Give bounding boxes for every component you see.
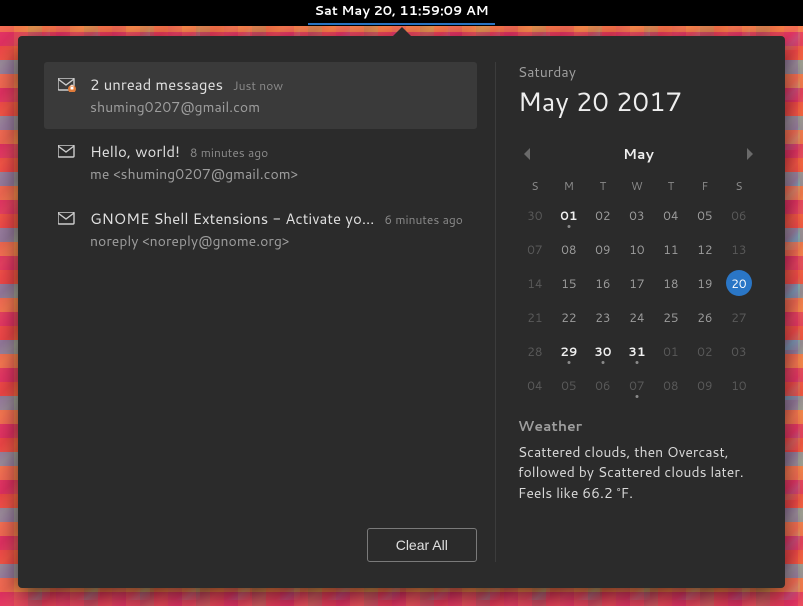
- calendar-day[interactable]: 23: [586, 300, 620, 334]
- notification-subtitle: noreply <noreply@gnome.org>: [90, 231, 463, 251]
- calendar-day[interactable]: 07: [518, 232, 552, 266]
- calendar-day[interactable]: 01: [654, 334, 688, 368]
- calendar-day[interactable]: 18: [654, 266, 688, 300]
- calendar-day[interactable]: 22: [552, 300, 586, 334]
- clock-button[interactable]: Sat May 20, 11:59:09 AM: [308, 2, 494, 25]
- calendar-day[interactable]: 10: [722, 368, 756, 402]
- weather-heading: Weather: [518, 416, 759, 436]
- calendar-day[interactable]: 29: [552, 334, 586, 368]
- dow-header: W: [620, 174, 654, 198]
- calendar-day[interactable]: 19: [688, 266, 722, 300]
- calendar-header: May: [518, 144, 759, 164]
- calendar-day[interactable]: 11: [654, 232, 688, 266]
- top-bar: Sat May 20, 11:59:09 AM: [0, 0, 803, 26]
- calendar-day[interactable]: 03: [722, 334, 756, 368]
- date-label: May 20 2017: [518, 84, 759, 120]
- weekday-label: Saturday: [518, 62, 759, 82]
- notification-list: 2 unread messages Just now shuming0207@gma…: [44, 62, 477, 518]
- notification-subtitle: me <shuming0207@gmail.com>: [90, 164, 463, 184]
- chevron-left-icon: [522, 148, 532, 160]
- calendar-day[interactable]: 25: [654, 300, 688, 334]
- calendar-day[interactable]: 26: [688, 300, 722, 334]
- notification-item[interactable]: GNOME Shell Extensions - Activate yo… 6 m…: [44, 196, 477, 263]
- calendar-day[interactable]: 13: [722, 232, 756, 266]
- calendar-day[interactable]: 24: [620, 300, 654, 334]
- notification-time: 6 minutes ago: [384, 211, 462, 228]
- calendar-day[interactable]: 10: [620, 232, 654, 266]
- clear-all-button[interactable]: Clear All: [367, 528, 477, 562]
- chevron-right-icon: [745, 148, 755, 160]
- calendar-day[interactable]: 02: [586, 198, 620, 232]
- mail-unread-icon: [58, 78, 76, 92]
- calendar-day[interactable]: 16: [586, 266, 620, 300]
- notification-body: GNOME Shell Extensions - Activate yo… 6 m…: [90, 208, 463, 251]
- calendar-day[interactable]: 04: [654, 198, 688, 232]
- calendar-pane: Saturday May 20 2017 May SMTWTFS30010203…: [496, 62, 759, 562]
- notification-title: Hello, world!: [90, 141, 180, 162]
- month-label: May: [623, 144, 654, 164]
- calendar-day[interactable]: 30: [586, 334, 620, 368]
- notification-item[interactable]: 2 unread messages Just now shuming0207@gma…: [44, 62, 477, 129]
- dow-header: S: [722, 174, 756, 198]
- notification-title: GNOME Shell Extensions - Activate yo…: [90, 208, 374, 229]
- calendar-day[interactable]: 31: [620, 334, 654, 368]
- calendar-day[interactable]: 05: [552, 368, 586, 402]
- dow-header: F: [688, 174, 722, 198]
- prev-month-button[interactable]: [518, 145, 536, 163]
- calendar-day-today[interactable]: 20: [722, 266, 756, 300]
- calendar-day[interactable]: 08: [552, 232, 586, 266]
- calendar-day[interactable]: 04: [518, 368, 552, 402]
- notification-title: 2 unread messages: [90, 74, 223, 95]
- calendar-day[interactable]: 14: [518, 266, 552, 300]
- next-month-button[interactable]: [741, 145, 759, 163]
- notification-item[interactable]: Hello, world! 8 minutes ago me <shuming020…: [44, 129, 477, 196]
- weather-text: Scattered clouds, then Overcast, followe…: [518, 442, 759, 503]
- calendar-day[interactable]: 27: [722, 300, 756, 334]
- calendar-day[interactable]: 09: [586, 232, 620, 266]
- calendar-day[interactable]: 28: [518, 334, 552, 368]
- dow-header: T: [654, 174, 688, 198]
- calendar-day[interactable]: 03: [620, 198, 654, 232]
- notification-body: 2 unread messages Just now shuming0207@gma…: [90, 74, 463, 117]
- mail-icon: [58, 145, 76, 159]
- calendar-day[interactable]: 09: [688, 368, 722, 402]
- calendar-day[interactable]: 15: [552, 266, 586, 300]
- dow-header: M: [552, 174, 586, 198]
- mail-icon: [58, 212, 76, 226]
- datetime-panel: 2 unread messages Just now shuming0207@gma…: [18, 36, 785, 588]
- calendar-day[interactable]: 06: [722, 198, 756, 232]
- calendar-day[interactable]: 07: [620, 368, 654, 402]
- notifications-pane: 2 unread messages Just now shuming0207@gma…: [44, 62, 495, 562]
- notification-subtitle: shuming0207@gmail.com: [90, 97, 463, 117]
- calendar-day[interactable]: 06: [586, 368, 620, 402]
- notification-time: 8 minutes ago: [190, 144, 268, 161]
- notification-time: Just now: [233, 77, 283, 94]
- calendar-day[interactable]: 21: [518, 300, 552, 334]
- calendar-day[interactable]: 01: [552, 198, 586, 232]
- calendar-grid: SMTWTFS300102030405060708091011121314151…: [518, 174, 759, 402]
- dow-header: S: [518, 174, 552, 198]
- calendar-day[interactable]: 30: [518, 198, 552, 232]
- calendar-day[interactable]: 05: [688, 198, 722, 232]
- dow-header: T: [586, 174, 620, 198]
- calendar-day[interactable]: 02: [688, 334, 722, 368]
- calendar-day[interactable]: 17: [620, 266, 654, 300]
- calendar-day[interactable]: 12: [688, 232, 722, 266]
- notification-body: Hello, world! 8 minutes ago me <shuming020…: [90, 141, 463, 184]
- calendar-day[interactable]: 08: [654, 368, 688, 402]
